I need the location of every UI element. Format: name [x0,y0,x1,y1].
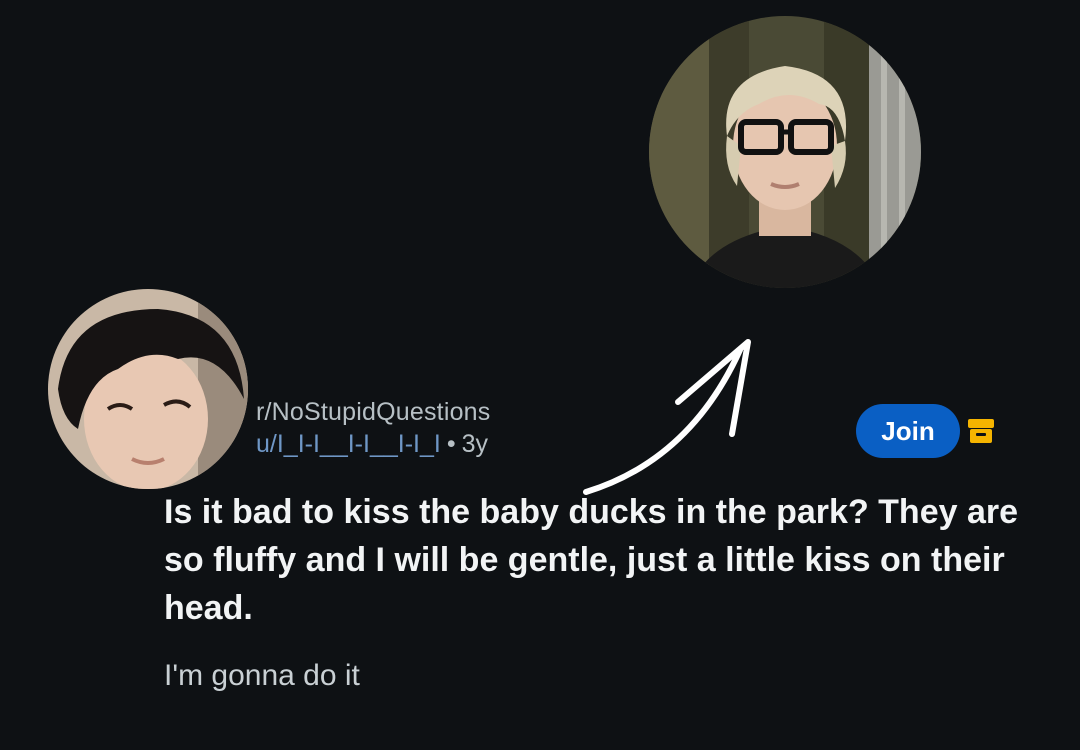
annotation-avatar-large [649,16,921,288]
author-username[interactable]: u/I_I-I__I-I__I-I_I [256,430,441,458]
post-header: r/NoStupidQuestions u/I_I-I__I-I__I-I_I •… [256,396,490,460]
post-meta: u/I_I-I__I-I__I-I_I • 3y [256,428,490,460]
avatar-large-photo [649,16,921,288]
curved-arrow-annotation-icon [583,339,751,495]
post-body-text: I'm gonna do it [164,659,360,692]
meta-separator: • [446,430,456,458]
archive-icon [968,419,994,443]
join-button[interactable]: Join [856,404,960,458]
post-title[interactable]: Is it bad to kiss the baby ducks in the … [164,488,1024,632]
subreddit-avatar[interactable] [48,289,248,489]
subreddit-name[interactable]: r/NoStupidQuestions [256,396,490,428]
post-age: 3y [461,430,488,458]
avatar-small-photo [48,289,248,489]
